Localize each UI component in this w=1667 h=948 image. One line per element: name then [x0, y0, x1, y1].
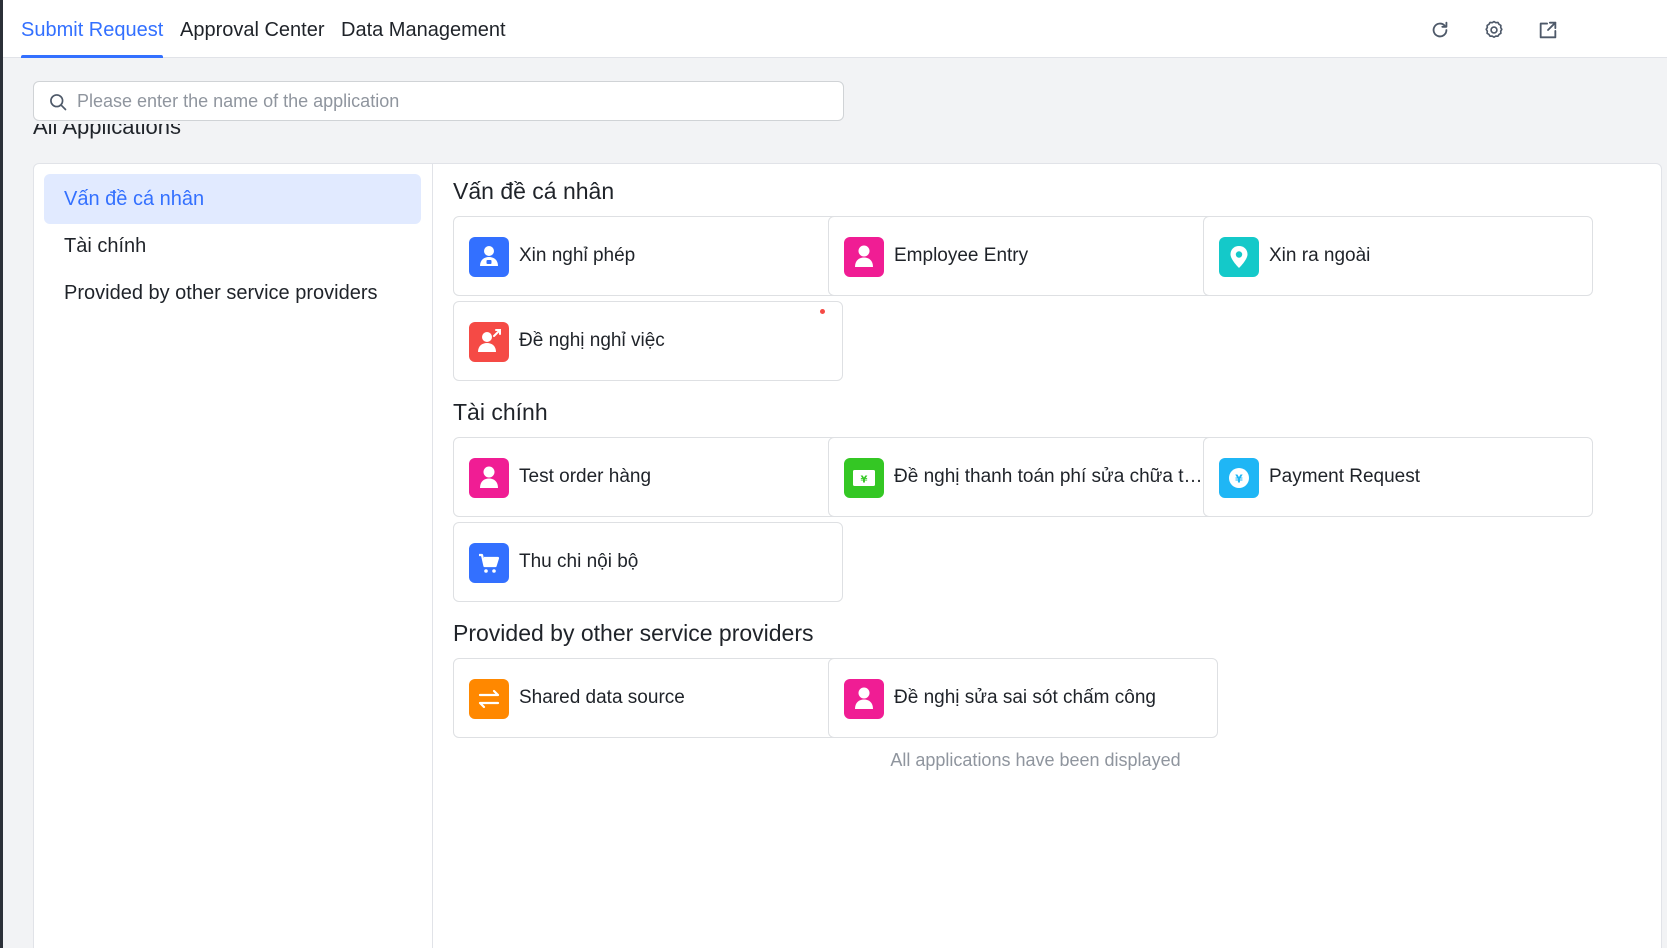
app-card-de-nghi-nghi-viec[interactable]: Đề nghị nghỉ việc: [453, 301, 843, 381]
app-card-employee-entry[interactable]: Employee Entry: [828, 216, 1218, 296]
gear-icon[interactable]: [1483, 19, 1505, 41]
top-nav-bar: Submit Request Approval Center Data Mana…: [3, 0, 1667, 58]
app-card-xin-nghi-phep[interactable]: Xin nghỉ phép: [453, 216, 843, 296]
section-label: All Applications: [33, 124, 181, 139]
notification-dot: [820, 309, 825, 314]
tab-submit-request[interactable]: Submit Request: [21, 0, 164, 58]
money-bill-icon: ¥: [844, 458, 884, 498]
app-name: Payment Request: [1269, 466, 1421, 487]
category-sidebar: Vấn đề cá nhân Tài chính Provided by oth…: [34, 164, 433, 948]
app-name: Đề nghị thanh toán phí sửa chữa tòa nhà: [894, 466, 1204, 487]
open-window-icon[interactable]: [1537, 19, 1559, 41]
app-card-shared-data-source[interactable]: Shared data source: [453, 658, 843, 738]
yen-coin-icon: ¥: [1219, 458, 1259, 498]
app-name: Đề nghị nghỉ việc: [519, 330, 665, 351]
person-icon: [844, 679, 884, 719]
refresh-icon[interactable]: [1429, 19, 1451, 41]
sidebar-item-personal[interactable]: Vấn đề cá nhân: [44, 174, 421, 224]
app-card-test-order-hang[interactable]: Test order hàng: [453, 437, 843, 517]
location-pin-icon: [1219, 237, 1259, 277]
sidebar-item-finance[interactable]: Tài chính: [44, 221, 421, 271]
app-name: Test order hàng: [519, 466, 652, 487]
app-card-payment-request[interactable]: ¥ Payment Request: [1203, 437, 1593, 517]
search-icon: [48, 92, 68, 112]
app-window: Submit Request Approval Center Data Mana…: [3, 0, 1667, 948]
tab-data-management[interactable]: Data Management: [341, 0, 506, 58]
end-of-list-note: All applications have been displayed: [890, 750, 1181, 770]
svg-text:¥: ¥: [861, 475, 868, 486]
swap-arrows-icon: [469, 679, 509, 719]
person-icon: [469, 458, 509, 498]
person-exit-icon: [469, 322, 509, 362]
app-name: Thu chi nội bộ: [519, 551, 639, 572]
group-title-other-providers: Provided by other service providers: [453, 620, 814, 646]
app-list-content: Vấn đề cá nhân Xin nghỉ phép Employee En…: [433, 164, 1661, 948]
person-icon: [844, 237, 884, 277]
app-name: Shared data source: [519, 687, 685, 708]
app-search-box[interactable]: [33, 81, 844, 121]
group-title-personal: Vấn đề cá nhân: [453, 178, 615, 204]
app-name: Xin ra ngoài: [1269, 245, 1371, 266]
app-name: Đề nghị sửa sai sót chấm công: [894, 687, 1156, 708]
person-badge-icon: [469, 237, 509, 277]
sidebar-item-other-providers[interactable]: Provided by other service providers: [44, 268, 421, 318]
app-name: Employee Entry: [894, 245, 1029, 266]
app-card-de-nghi-thanh-toan[interactable]: ¥ Đề nghị thanh toán phí sửa chữa tòa nh…: [828, 437, 1218, 517]
app-card-de-nghi-sua-sai-sot[interactable]: Đề nghị sửa sai sót chấm công: [828, 658, 1218, 738]
tab-approval-center[interactable]: Approval Center: [180, 0, 325, 58]
app-name: Xin nghỉ phép: [519, 245, 636, 266]
applications-panel: Vấn đề cá nhân Tài chính Provided by oth…: [33, 163, 1662, 948]
app-card-thu-chi-noi-bo[interactable]: Thu chi nội bộ: [453, 522, 843, 602]
search-input[interactable]: [77, 82, 827, 120]
app-card-xin-ra-ngoai[interactable]: Xin ra ngoài: [1203, 216, 1593, 296]
group-title-finance: Tài chính: [453, 399, 548, 425]
shopping-cart-icon: [469, 543, 509, 583]
svg-text:¥: ¥: [1235, 473, 1243, 486]
